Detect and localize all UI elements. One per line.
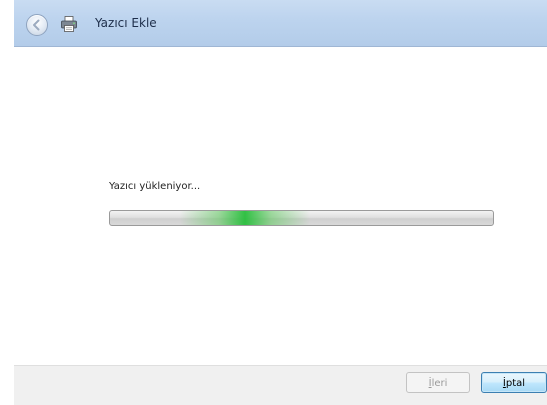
cancel-button[interactable]: İptal — [481, 372, 547, 393]
next-button[interactable]: İleri — [406, 372, 470, 393]
progress-marquee — [180, 211, 310, 225]
printer-icon — [61, 16, 77, 32]
button-bar: İleri İptal — [14, 365, 547, 405]
back-arrow-icon — [33, 19, 40, 31]
status-text: Yazıcı yükleniyor... — [109, 181, 201, 192]
progress-bar — [109, 210, 494, 226]
back-button[interactable] — [26, 14, 48, 36]
wizard-content: Yazıcı yükleniyor... — [14, 47, 547, 367]
window-title: Yazıcı Ekle — [95, 16, 157, 30]
add-printer-window: Yazıcı Ekle Yazıcı yükleniyor... İleri İ… — [14, 0, 547, 405]
title-bar: Yazıcı Ekle — [14, 0, 547, 47]
